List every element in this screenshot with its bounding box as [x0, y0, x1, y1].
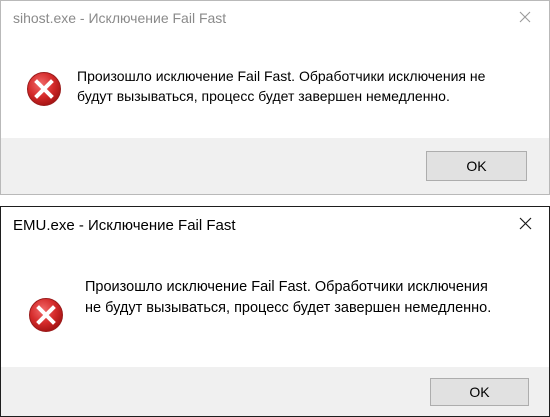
close-icon — [519, 217, 532, 230]
button-bar: OK — [1, 367, 549, 416]
close-icon — [519, 11, 531, 23]
error-message: Произошло исключение Fail Fast. Обработч… — [77, 68, 486, 104]
message-area: Произошло исключение Fail Fast. Обработч… — [1, 243, 549, 368]
ok-button[interactable]: OK — [430, 378, 529, 406]
ok-button[interactable]: OK — [426, 151, 527, 181]
title-bar: sihost.exe - Исключение Fail Fast — [1, 1, 549, 37]
error-icon — [29, 298, 63, 332]
error-dialog-emu: EMU.exe - Исключение Fail Fast Произошло… — [0, 206, 550, 417]
error-message: Произошло исключение Fail Fast. Обработч… — [85, 279, 492, 316]
button-bar: OK — [1, 138, 549, 194]
dialog-title: EMU.exe - Исключение Fail Fast — [13, 217, 236, 234]
dialog-title: sihost.exe - Исключение Fail Fast — [13, 10, 227, 26]
error-icon — [27, 72, 61, 106]
message-area: Произошло исключение Fail Fast. Обработч… — [1, 37, 549, 141]
error-dialog-sihost: sihost.exe - Исключение Fail Fast Произо… — [0, 0, 550, 195]
close-button[interactable] — [503, 207, 549, 239]
close-button[interactable] — [503, 1, 549, 33]
title-bar: EMU.exe - Исключение Fail Fast — [1, 207, 549, 243]
